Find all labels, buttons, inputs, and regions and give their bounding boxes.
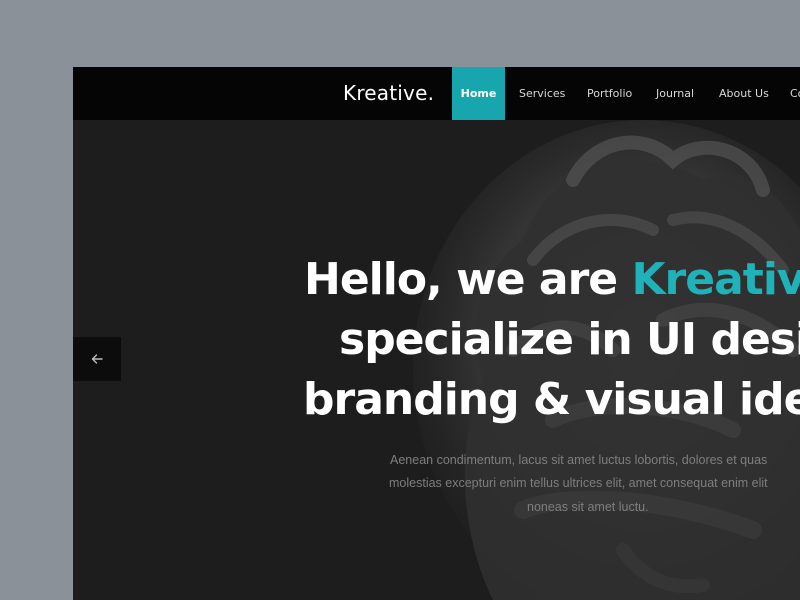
slider-prev-button[interactable] [73, 337, 121, 381]
nav-item-journal[interactable]: Journal [656, 67, 694, 120]
hero-description-line-1: Aenean condimentum, lacus sit amet luctu… [390, 453, 768, 467]
nav-item-services[interactable]: Services [519, 67, 565, 120]
hero-section: Hello, we are Kreative. W specialize in … [73, 120, 800, 600]
nav-item-home[interactable]: Home [452, 67, 505, 120]
site-logo[interactable]: Kreative. [343, 81, 434, 105]
nav-item-portfolio[interactable]: Portfolio [587, 67, 632, 120]
hero-headline-line-3: branding & visual identity [303, 374, 800, 425]
nav-item-about-us[interactable]: About Us [719, 67, 769, 120]
browser-frame: Kreative. Home Services Portfolio Journa… [73, 67, 800, 600]
hero-description-line-2: molestias excepturi enim tellus ultrices… [389, 476, 768, 490]
hero-description-line-3: noneas sit amet luctu. [527, 500, 649, 514]
hero-headline-line-2: specialize in UI design, [339, 314, 800, 365]
hero-headline-brand: Kreative. [631, 254, 800, 305]
arrow-left-icon [91, 354, 103, 364]
nav-item-contact[interactable]: Co [790, 67, 800, 120]
hero-headline-line-1: Hello, we are Kreative. W [304, 254, 800, 305]
hero-headline-prefix: Hello, we are [304, 254, 632, 305]
top-navbar: Kreative. Home Services Portfolio Journa… [73, 67, 800, 120]
